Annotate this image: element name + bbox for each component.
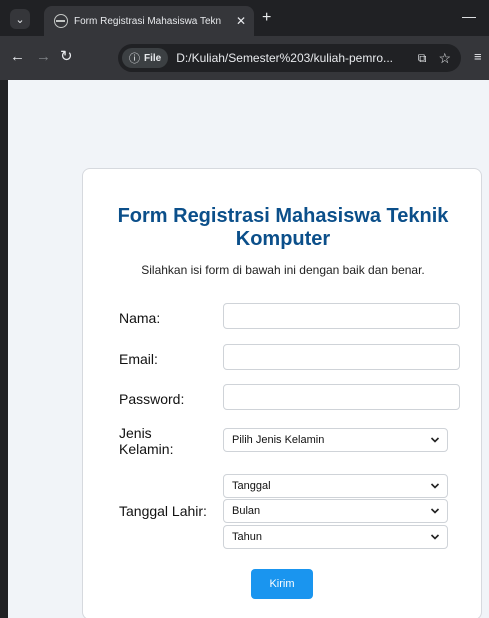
gender-select-value: Pilih Jenis Kelamin: [232, 434, 325, 446]
tab-search-button[interactable]: ⌄: [10, 9, 30, 29]
new-tab-button[interactable]: +: [262, 9, 271, 27]
month-select[interactable]: Bulan: [223, 499, 448, 523]
browser-tab-strip: ⌄ Form Registrasi Mahasiswa Tekn ✕ + —: [0, 0, 489, 36]
address-bar[interactable]: ⓘ File D:/Kuliah/Semester%203/kuliah-pemr…: [118, 44, 461, 72]
form-title: Form Registrasi Mahasiswa Teknik Kompute…: [117, 205, 449, 250]
email-input[interactable]: [223, 344, 460, 370]
chevron-down-icon: [430, 437, 440, 443]
chevron-down-icon: [430, 534, 440, 540]
nama-input[interactable]: [223, 303, 460, 329]
chevron-down-icon: [430, 483, 440, 489]
reload-icon[interactable]: ↻: [60, 49, 73, 65]
email-label: Email:: [119, 351, 158, 367]
info-icon: ⓘ: [129, 53, 140, 65]
globe-icon: [54, 14, 68, 28]
browser-toolbar: ← → ↻ ⓘ File D:/Kuliah/Semester%203/kulia…: [0, 36, 489, 80]
forward-arrow-icon[interactable]: →: [36, 49, 51, 65]
browser-tab[interactable]: Form Registrasi Mahasiswa Tekn ✕: [44, 6, 254, 36]
chevron-down-icon: [430, 508, 440, 514]
site-info-chip[interactable]: ⓘ File: [122, 48, 169, 68]
day-select[interactable]: Tanggal: [223, 474, 448, 498]
tab-title: Form Registrasi Mahasiswa Tekn: [74, 15, 222, 27]
birthdate-label: Tanggal Lahir:: [119, 503, 207, 519]
extensions-icon[interactable]: ≡: [474, 49, 482, 64]
chevron-down-icon: ⌄: [15, 13, 25, 26]
year-select-value: Tahun: [232, 531, 262, 543]
password-input[interactable]: [223, 384, 460, 410]
window-left-edge: [0, 80, 8, 618]
gender-select[interactable]: Pilih Jenis Kelamin: [223, 428, 448, 452]
password-label: Password:: [119, 391, 185, 407]
month-select-value: Bulan: [232, 505, 261, 517]
registration-form-card: Form Registrasi Mahasiswa Teknik Kompute…: [82, 168, 482, 618]
minimize-button[interactable]: —: [462, 8, 476, 24]
form-subtitle: Silahkan isi form di bawah ini dengan ba…: [141, 263, 425, 277]
submit-button[interactable]: Kirim: [251, 569, 313, 599]
url-text: D:/Kuliah/Semester%203/kuliah-pemro...: [176, 51, 394, 65]
gender-label: Jenis Kelamin:: [119, 425, 174, 457]
bookmark-star-icon[interactable]: ☆: [438, 50, 451, 67]
nama-label: Nama:: [119, 310, 161, 326]
translate-icon[interactable]: ⧉: [418, 51, 427, 66]
file-chip-label: File: [144, 52, 162, 64]
back-arrow-icon[interactable]: ←: [10, 49, 25, 65]
day-select-value: Tanggal: [232, 480, 271, 492]
close-icon[interactable]: ✕: [236, 14, 246, 28]
year-select[interactable]: Tahun: [223, 525, 448, 549]
